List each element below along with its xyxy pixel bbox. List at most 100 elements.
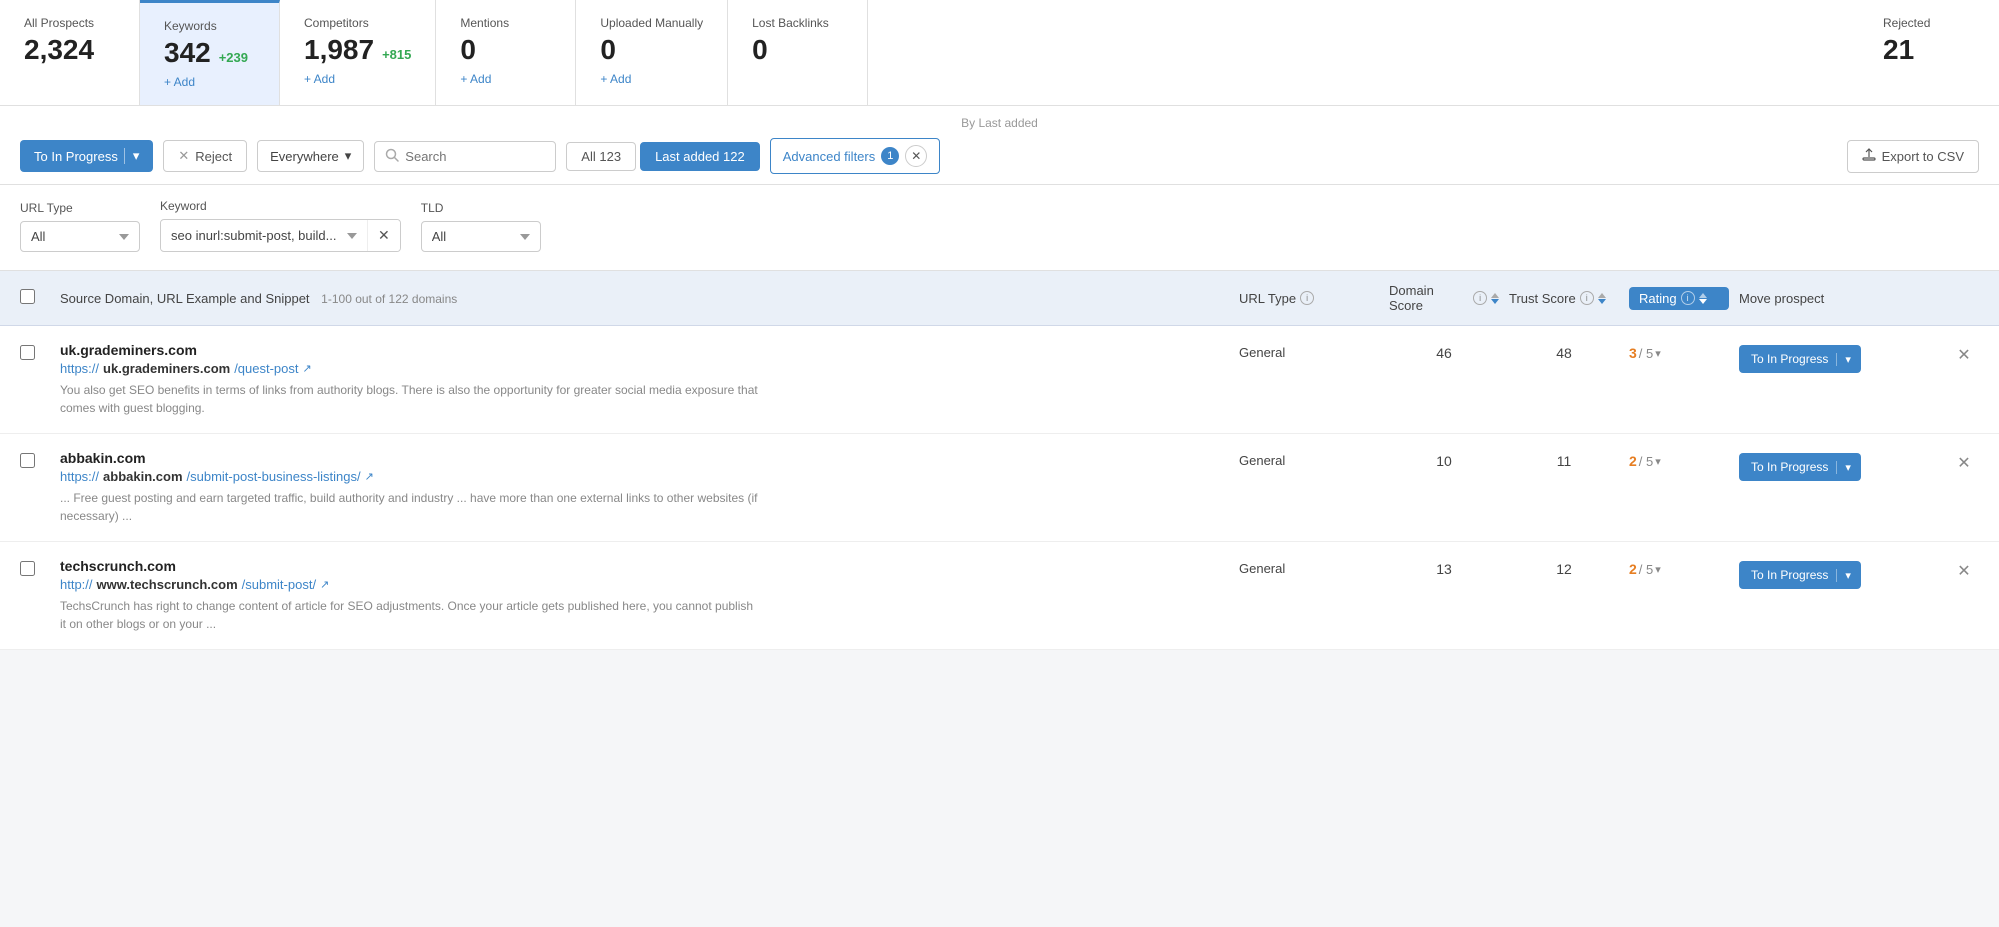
everywhere-dropdown[interactable]: Everywhere ▾	[257, 140, 364, 172]
move-button-3[interactable]: To In Progress ▾	[1739, 561, 1861, 589]
table-row-1: uk.grademiners.com https://uk.grademiner…	[0, 326, 1999, 434]
stat-label-all-prospects: All Prospects	[24, 16, 115, 30]
action-chevron-icon[interactable]: ▾	[124, 148, 140, 164]
row-checkbox-1[interactable]	[20, 345, 35, 360]
search-input[interactable]	[405, 149, 545, 164]
action-button[interactable]: To In Progress ▾	[20, 140, 153, 172]
keyword-select[interactable]: seo inurl:submit-post, build...	[161, 221, 367, 250]
rating-info-icon[interactable]: i	[1681, 291, 1695, 305]
last-added-count: 122	[723, 149, 745, 164]
rating-denom-1: / 5	[1639, 346, 1653, 361]
select-all-checkbox[interactable]	[20, 289, 35, 304]
row-move-3: To In Progress ▾	[1739, 558, 1939, 589]
row-ds-3: 13	[1389, 558, 1499, 577]
row-rating-2: 2 / 5 ▾	[1629, 450, 1729, 469]
reject-label: Reject	[195, 149, 232, 164]
ts-info-icon[interactable]: i	[1580, 291, 1594, 305]
stat-delta-competitors: +815	[382, 47, 411, 62]
stat-card-competitors[interactable]: Competitors 1,987 +815 + Add	[280, 0, 436, 105]
domain-url-3[interactable]: http://www.techscrunch.com/submit-post/ …	[60, 577, 1229, 592]
keyword-label: Keyword	[160, 199, 401, 213]
move-btn-chevron-3[interactable]: ▾	[1836, 569, 1851, 582]
move-button-1[interactable]: To In Progress ▾	[1739, 345, 1861, 373]
last-added-tab[interactable]: Last added 122	[640, 142, 760, 171]
external-link-icon-3: ↗	[320, 578, 329, 591]
export-label: Export to CSV	[1882, 149, 1964, 164]
all-tab-count: 123	[599, 149, 621, 164]
move-btn-label-2: To In Progress	[1749, 460, 1836, 474]
table-row-3: techscrunch.com http://www.techscrunch.c…	[0, 542, 1999, 650]
stat-value-competitors: 1,987	[304, 34, 374, 66]
domain-url-1[interactable]: https://uk.grademiners.com/quest-post ↗	[60, 361, 1229, 376]
urltype-info-icon[interactable]: i	[1300, 291, 1314, 305]
stat-add-competitors[interactable]: + Add	[304, 72, 411, 86]
advanced-close-icon[interactable]: ✕	[905, 145, 927, 167]
rating-num-1: 3	[1629, 345, 1637, 361]
reject-x-icon: ✕	[178, 148, 189, 164]
row-domain-1: uk.grademiners.com https://uk.grademiner…	[60, 342, 1229, 417]
row-move-2: To In Progress ▾	[1739, 450, 1939, 481]
keyword-filter: Keyword seo inurl:submit-post, build... …	[160, 199, 401, 252]
row-checkbox-3[interactable]	[20, 561, 35, 576]
stat-add-mentions[interactable]: + Add	[460, 72, 551, 86]
stat-card-mentions[interactable]: Mentions 0 + Add	[436, 0, 576, 105]
ds-info-icon[interactable]: i	[1473, 291, 1487, 305]
stat-card-rejected[interactable]: Rejected 21	[1859, 0, 1999, 105]
row-urltype-1: General	[1239, 342, 1379, 360]
rating-sort-icon[interactable]	[1699, 293, 1707, 304]
row-ds-1: 46	[1389, 342, 1499, 361]
export-button[interactable]: Export to CSV	[1847, 140, 1979, 173]
col-domain-label: Source Domain, URL Example and Snippet	[60, 291, 310, 306]
keyword-input-group: seo inurl:submit-post, build... ✕	[160, 219, 401, 252]
row-snippet-2: ... Free guest posting and earn targeted…	[60, 489, 760, 525]
stat-label-uploaded: Uploaded Manually	[600, 16, 703, 30]
domain-name-1: uk.grademiners.com	[60, 342, 1229, 358]
domain-url-2[interactable]: https://abbakin.com/submit-post-business…	[60, 469, 1229, 484]
stat-card-lost[interactable]: Lost Backlinks 0	[728, 0, 868, 105]
rating-num-2: 2	[1629, 453, 1637, 469]
col-ds-label: Domain Score	[1389, 283, 1469, 313]
stat-card-uploaded[interactable]: Uploaded Manually 0 + Add	[576, 0, 728, 105]
col-urltype-label: URL Type	[1239, 291, 1296, 306]
rating-chevron-2[interactable]: ▾	[1655, 455, 1661, 468]
rating-denom-3: / 5	[1639, 562, 1653, 577]
stat-card-all-prospects[interactable]: All Prospects 2,324	[0, 0, 140, 105]
advanced-count-badge: 1	[881, 147, 899, 165]
col-ts-label: Trust Score	[1509, 291, 1576, 306]
reject-button[interactable]: ✕ Reject	[163, 140, 247, 172]
all-tab[interactable]: All 123	[566, 142, 636, 171]
move-button-2[interactable]: To In Progress ▾	[1739, 453, 1861, 481]
row-snippet-3: TechsCrunch has right to change content …	[60, 597, 760, 633]
row-rating-1: 3 / 5 ▾	[1629, 342, 1729, 361]
row-snippet-1: You also get SEO benefits in terms of li…	[60, 381, 760, 417]
col-move-label: Move prospect	[1739, 291, 1824, 306]
rating-chevron-1[interactable]: ▾	[1655, 347, 1661, 360]
row-close-1[interactable]: ✕	[1949, 342, 1979, 365]
rating-denom-2: / 5	[1639, 454, 1653, 469]
stat-label-mentions: Mentions	[460, 16, 551, 30]
ds-sort-icon[interactable]	[1491, 293, 1499, 304]
stat-add-uploaded[interactable]: + Add	[600, 72, 703, 86]
table-header: Source Domain, URL Example and Snippet 1…	[0, 271, 1999, 326]
keyword-clear-button[interactable]: ✕	[367, 220, 400, 251]
tld-select[interactable]: All	[421, 221, 541, 252]
move-btn-chevron-1[interactable]: ▾	[1836, 353, 1851, 366]
rating-chevron-3[interactable]: ▾	[1655, 563, 1661, 576]
table-body: uk.grademiners.com https://uk.grademiner…	[0, 326, 1999, 650]
row-ts-3: 12	[1509, 558, 1619, 577]
tld-filter: TLD All	[421, 201, 541, 252]
last-added-label: Last added	[655, 149, 719, 164]
ts-sort-icon[interactable]	[1598, 293, 1606, 304]
advanced-filters-button[interactable]: Advanced filters 1 ✕	[770, 138, 941, 174]
move-btn-chevron-2[interactable]: ▾	[1836, 461, 1851, 474]
all-tab-label: All	[581, 149, 595, 164]
stat-add-keywords[interactable]: + Add	[164, 75, 255, 89]
stat-value-lost: 0	[752, 34, 768, 66]
row-close-2[interactable]: ✕	[1949, 450, 1979, 473]
row-checkbox-2[interactable]	[20, 453, 35, 468]
row-close-3[interactable]: ✕	[1949, 558, 1979, 581]
row-move-1: To In Progress ▾	[1739, 342, 1939, 373]
search-box[interactable]	[374, 141, 556, 172]
url-type-select[interactable]: All	[20, 221, 140, 252]
stat-card-keywords[interactable]: Keywords 342 +239 + Add	[140, 0, 280, 105]
